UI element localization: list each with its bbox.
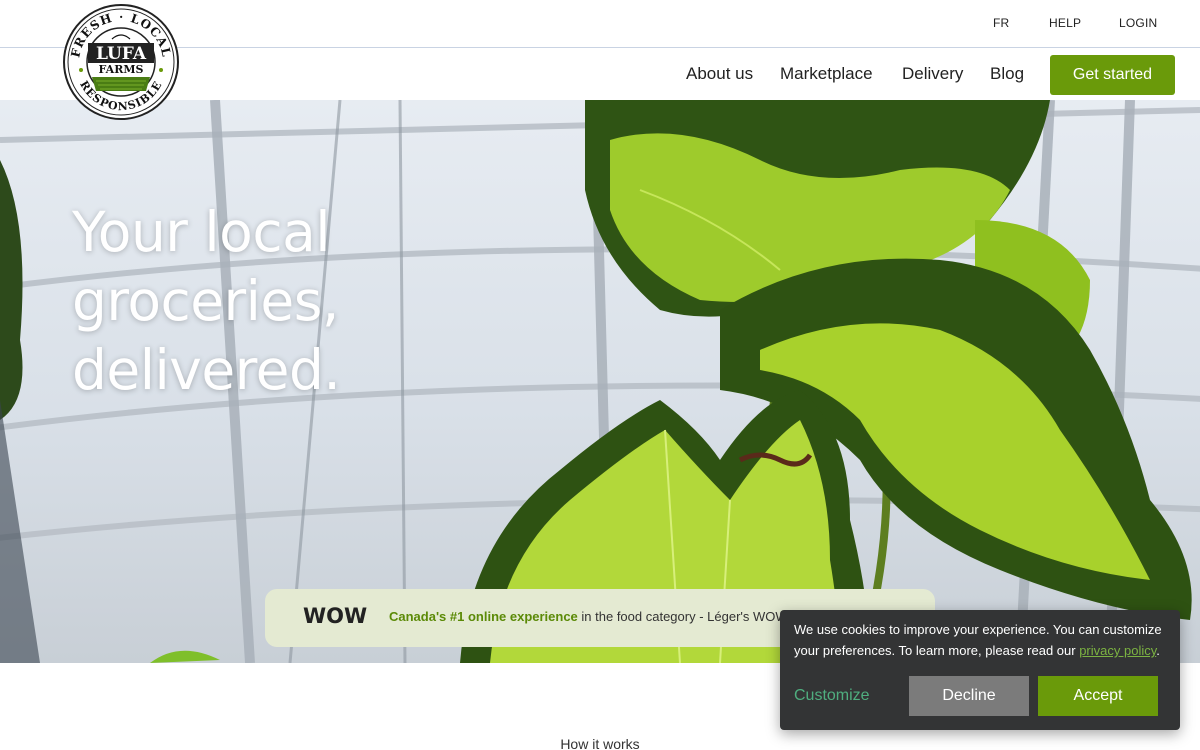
- nav-blog[interactable]: Blog: [990, 64, 1024, 84]
- cookie-message: We use cookies to improve your experienc…: [794, 619, 1174, 661]
- get-started-button[interactable]: Get started: [1050, 55, 1175, 95]
- cookie-consent-banner: We use cookies to improve your experienc…: [780, 610, 1180, 730]
- main-navigation: About us Marketplace Delivery Blog Get s…: [0, 49, 1200, 100]
- svg-text:LUFA: LUFA: [96, 44, 147, 64]
- how-it-works-heading: How it works: [560, 736, 640, 750]
- help-link[interactable]: HELP: [1049, 16, 1081, 30]
- hero-headline: Your local groceries, delivered.: [72, 198, 402, 405]
- logo-seal-icon: FRESH · LOCAL RESPONSIBLE LUFA FARMS: [63, 4, 179, 120]
- lufa-farms-logo[interactable]: FRESH · LOCAL RESPONSIBLE LUFA FARMS: [62, 3, 180, 121]
- privacy-policy-link[interactable]: privacy policy: [1079, 643, 1156, 658]
- language-link-fr[interactable]: FR: [993, 16, 1009, 30]
- award-highlight: Canada's #1 online experience: [389, 609, 578, 624]
- award-detail: in the food category - Léger's WOW: [577, 609, 788, 624]
- login-link[interactable]: LOGIN: [1119, 16, 1157, 30]
- utility-bar: FR HELP LOGIN: [0, 0, 1200, 48]
- hero-headline-line-3: delivered.: [72, 338, 341, 402]
- hero-banner: Your local groceries, delivered.: [0, 100, 1200, 663]
- customize-cookies-button[interactable]: Customize: [794, 687, 870, 705]
- cookie-message-end: .: [1156, 643, 1160, 658]
- award-text: Canada's #1 online experience in the foo…: [389, 609, 788, 624]
- nav-marketplace[interactable]: Marketplace: [780, 64, 873, 84]
- nav-about-us[interactable]: About us: [686, 64, 753, 84]
- accept-cookies-button[interactable]: Accept: [1038, 676, 1158, 716]
- hero-headline-line-1: Your local: [72, 200, 331, 264]
- decline-cookies-button[interactable]: Decline: [909, 676, 1029, 716]
- nav-delivery[interactable]: Delivery: [902, 64, 963, 84]
- svg-text:FARMS: FARMS: [99, 63, 144, 76]
- hero-headline-line-2: groceries,: [72, 269, 339, 333]
